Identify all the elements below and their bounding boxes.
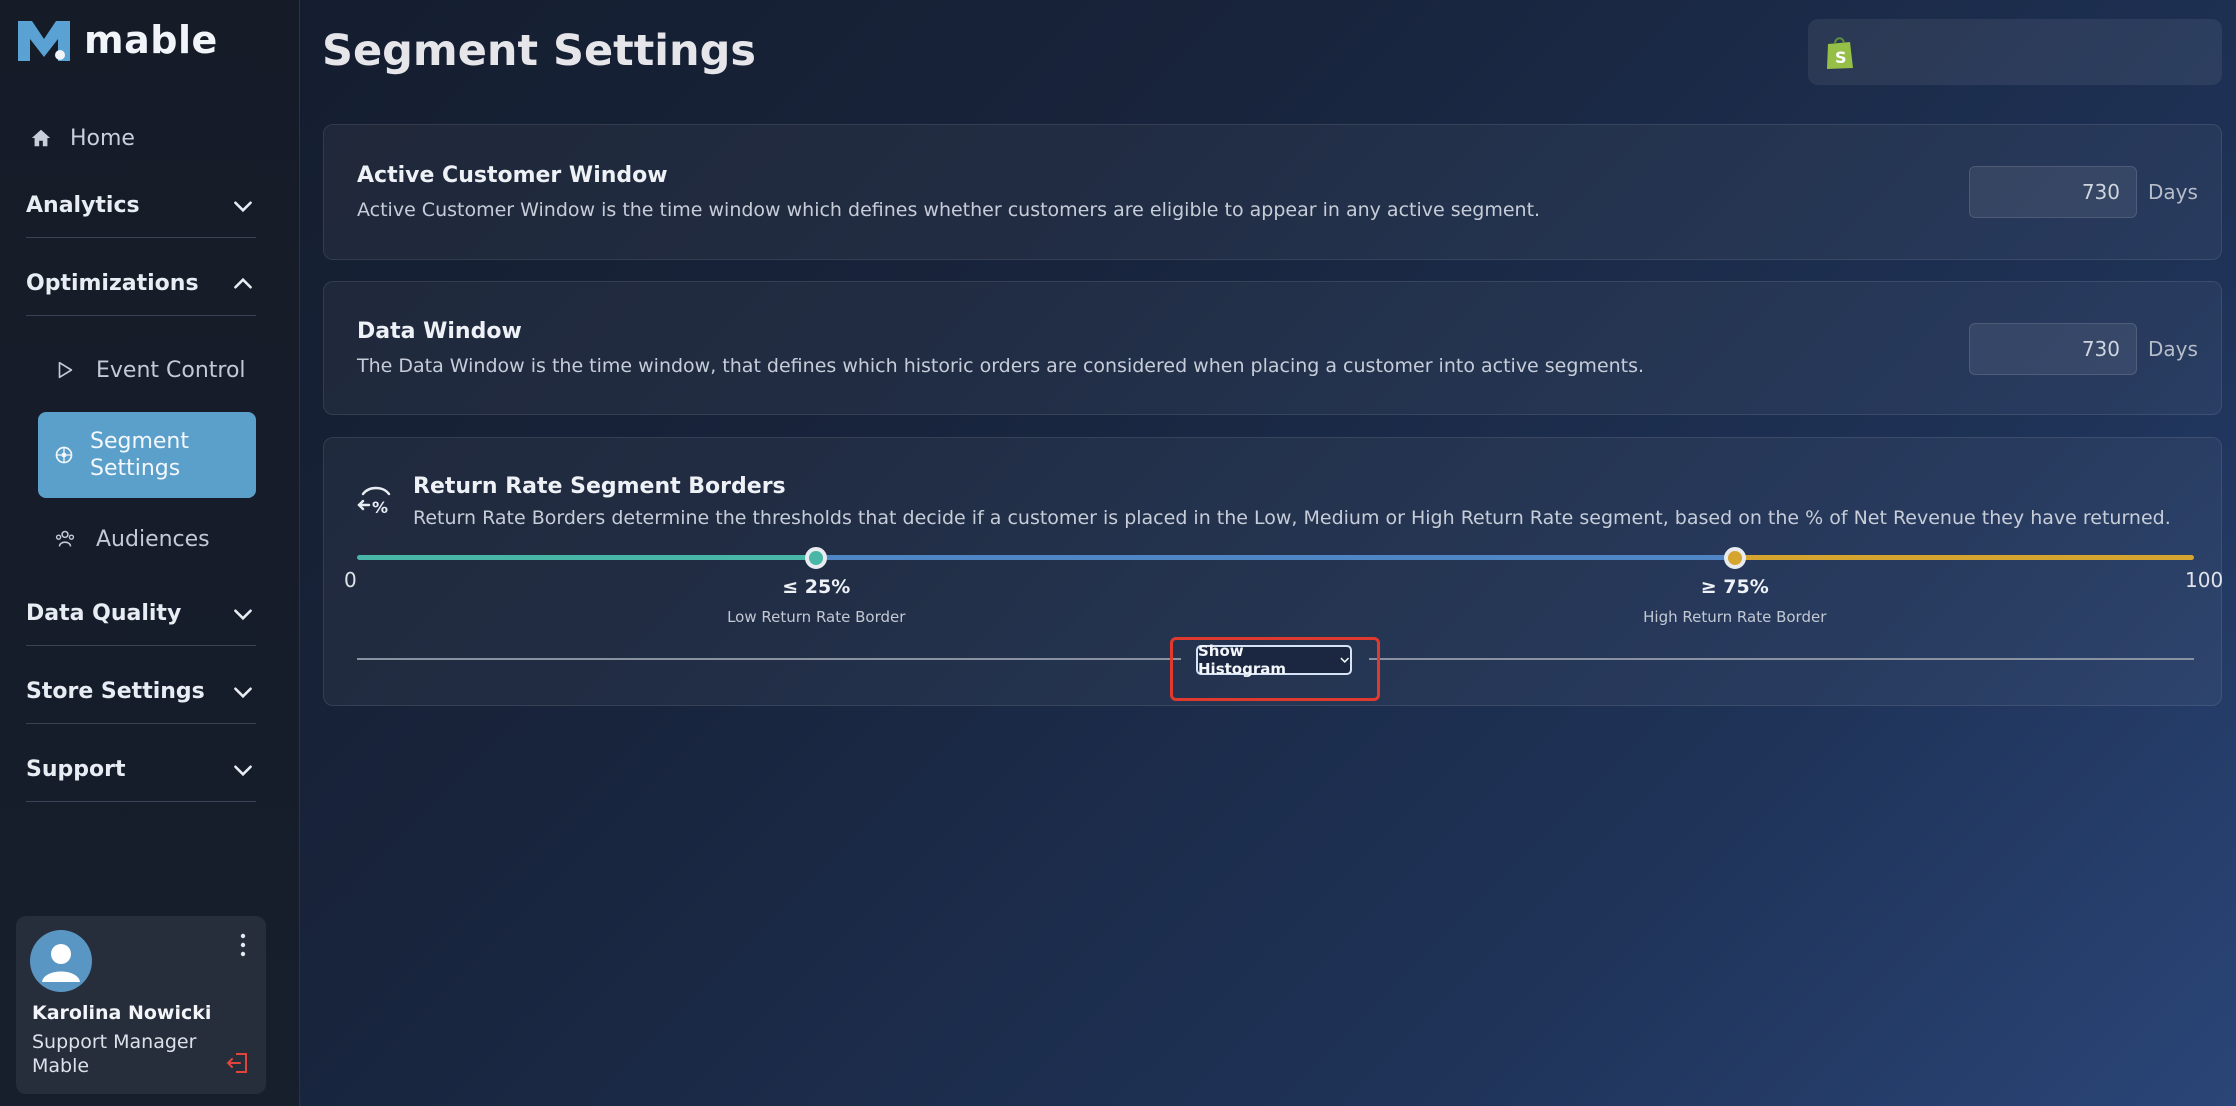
avatar[interactable] xyxy=(30,930,92,992)
people-icon xyxy=(55,530,75,547)
home-icon xyxy=(31,129,51,147)
days-unit-label: Days xyxy=(2148,337,2198,361)
shopify-bag-icon: S xyxy=(1827,37,1853,69)
high-border-value: ≥ 75% xyxy=(1700,576,1769,598)
sidebar-item-audiences[interactable]: Audiences xyxy=(54,519,210,559)
show-histogram-label: Show Histogram xyxy=(1198,642,1286,678)
chevron-down-icon xyxy=(234,200,252,212)
user-company: Mable xyxy=(32,1055,90,1077)
slider-track-high xyxy=(1734,555,2194,560)
sidebar-section-data-quality[interactable]: Data Quality xyxy=(26,582,256,646)
card-title: Data Window xyxy=(357,319,522,344)
sidebar-section-optimizations[interactable]: Optimizations xyxy=(26,252,256,316)
chevron-down-icon xyxy=(234,608,252,620)
user-role-company: Support Manager Mable xyxy=(32,1030,196,1078)
card-description: Active Customer Window is the time windo… xyxy=(357,199,1541,221)
sidebar-section-support[interactable]: Support xyxy=(26,738,256,802)
segment-icon xyxy=(55,446,73,464)
return-rate-icon: % xyxy=(357,486,391,517)
card-description: The Data Window is the time window, that… xyxy=(357,355,1645,377)
card-title: Active Customer Window xyxy=(357,163,668,188)
high-border-handle[interactable] xyxy=(1723,547,1746,569)
chevron-up-icon xyxy=(234,277,252,289)
play-outline-icon xyxy=(58,361,73,379)
low-border-label: Low Return Rate Border xyxy=(727,608,906,626)
active-customer-window-input[interactable] xyxy=(1969,166,2137,218)
active-customer-window-card: Active Customer Window Active Customer W… xyxy=(323,124,2222,260)
show-histogram-button[interactable]: Show Histogram xyxy=(1196,642,1352,678)
sidebar-section-label: Optimizations xyxy=(26,271,199,296)
sidebar-item-label: Home xyxy=(70,125,135,151)
sidebar-item-home[interactable]: Home xyxy=(30,122,135,154)
sidebar-section-analytics[interactable]: Analytics xyxy=(26,174,256,238)
sidebar-section-label: Store Settings xyxy=(26,679,205,704)
sidebar: mable Home Analytics Optimizations Event… xyxy=(0,0,300,1106)
low-border-value: ≤ 25% xyxy=(782,576,851,598)
page-title: Segment Settings xyxy=(322,26,756,76)
divider-line-right xyxy=(1369,658,2194,660)
card-description: Return Rate Borders determine the thresh… xyxy=(413,507,2171,529)
high-border-label: High Return Rate Border xyxy=(1643,608,1827,626)
user-role: Support Manager xyxy=(32,1031,197,1053)
data-window-input[interactable] xyxy=(1969,323,2137,375)
divider-line-left xyxy=(357,658,1181,660)
sidebar-section-store-settings[interactable]: Store Settings xyxy=(26,660,256,724)
data-window-card: Data Window The Data Window is the time … xyxy=(323,281,2222,415)
user-name: Karolina Nowicki xyxy=(32,1002,212,1024)
user-card: Karolina Nowicki Support Manager Mable xyxy=(16,916,266,1094)
slider-max-label: 100 xyxy=(2185,568,2224,592)
slider-min-label: 0 xyxy=(344,568,357,592)
chevron-down-icon xyxy=(234,764,252,776)
card-title: Return Rate Segment Borders xyxy=(413,474,786,499)
sidebar-section-label: Support xyxy=(26,757,126,782)
store-selector[interactable]: S xyxy=(1808,19,2222,85)
slider-track-low xyxy=(357,555,817,560)
logout-icon[interactable] xyxy=(224,1050,250,1076)
chevron-down-icon xyxy=(234,686,252,698)
sidebar-item-label: Segment Settings xyxy=(90,429,189,481)
sidebar-section-label: Data Quality xyxy=(26,601,182,626)
low-border-handle[interactable] xyxy=(805,547,828,569)
sidebar-section-label: Analytics xyxy=(26,193,140,218)
app-logo[interactable]: mable xyxy=(16,16,218,64)
sidebar-item-label: Audiences xyxy=(96,526,210,552)
more-options-icon[interactable] xyxy=(238,932,248,958)
sidebar-item-event-control[interactable]: Event Control xyxy=(54,350,246,390)
user-icon xyxy=(42,944,80,982)
sidebar-item-segment-settings[interactable]: Segment Settings xyxy=(38,412,256,498)
chevron-down-icon xyxy=(1339,657,1349,663)
slider-track-medium xyxy=(816,555,1735,560)
svg-text:%: % xyxy=(372,498,388,517)
app-name: mable xyxy=(84,18,218,62)
svg-text:S: S xyxy=(1835,48,1847,67)
days-unit-label: Days xyxy=(2148,180,2198,204)
sidebar-item-label: Event Control xyxy=(96,357,246,383)
mable-logo-icon xyxy=(18,21,70,61)
return-rate-borders-card: % Return Rate Segment Borders Return Rat… xyxy=(323,437,2224,706)
